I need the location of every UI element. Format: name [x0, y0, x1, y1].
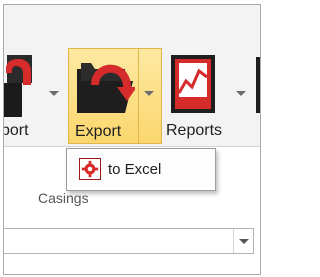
excel-export-icon: [79, 158, 101, 180]
chevron-down-icon[interactable]: [144, 91, 154, 96]
export-icon: [77, 63, 135, 113]
import-icon: [4, 55, 32, 117]
export-dropdown-menu: to Excel: [66, 148, 216, 191]
section-label: Casings: [38, 190, 89, 206]
export-button-label: Export: [75, 123, 122, 140]
combo-dropdown-button[interactable]: [233, 229, 253, 253]
reports-button-label: Reports: [166, 122, 223, 139]
ribbon-toolbar: port Export Reports: [4, 5, 260, 147]
chevron-down-icon[interactable]: [236, 91, 246, 96]
menu-item-to-excel[interactable]: to Excel: [70, 152, 212, 187]
settings-icon: [256, 57, 260, 113]
app-window: port Export Reports Casings: [3, 4, 261, 275]
chevron-down-icon: [239, 239, 249, 244]
settings-button[interactable]: S: [254, 5, 261, 147]
casing-select[interactable]: [4, 228, 254, 254]
import-button-label: port: [3, 122, 29, 139]
reports-button[interactable]: Reports: [166, 5, 246, 147]
settings-button-label: S: [260, 122, 261, 140]
menu-item-label: to Excel: [108, 161, 162, 178]
export-split-divider: [138, 49, 139, 143]
chevron-down-icon[interactable]: [49, 91, 59, 96]
export-button[interactable]: Export: [68, 48, 162, 144]
reports-icon: [171, 55, 215, 113]
import-button[interactable]: port: [4, 5, 64, 147]
